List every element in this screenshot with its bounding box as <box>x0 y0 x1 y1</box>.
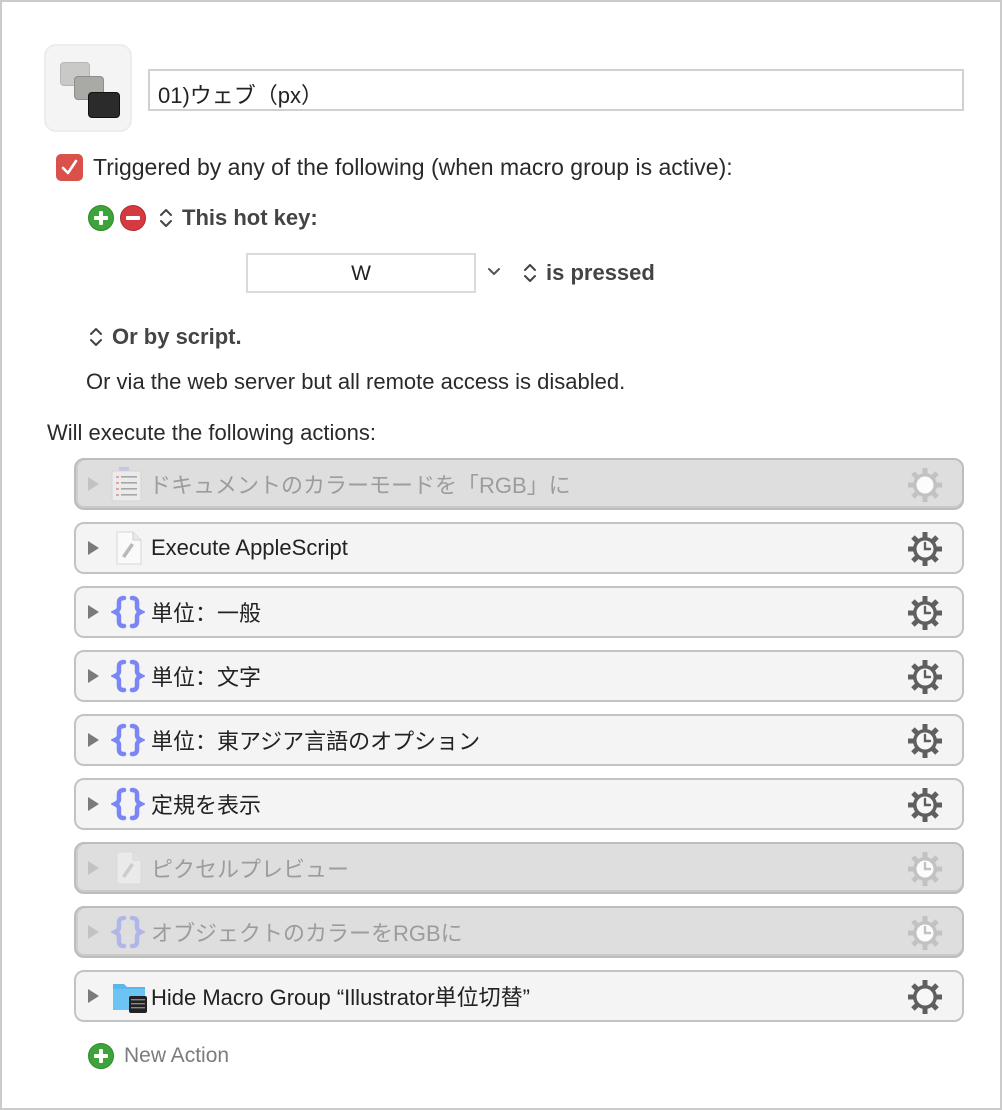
disclosure-triangle-icon[interactable] <box>88 541 99 555</box>
script-trigger-label: Or by script. <box>112 324 242 349</box>
action-row[interactable]: 単位：文字 <box>74 650 964 702</box>
add-trigger-button[interactable] <box>88 205 114 231</box>
new-action-button[interactable]: New Action <box>88 1043 229 1069</box>
disclosure-triangle-icon[interactable] <box>88 669 99 683</box>
action-label: Execute AppleScript <box>151 535 348 560</box>
action-label: ドキュメントのカラーモードを「RGB」に <box>149 473 571 498</box>
braces-icon <box>109 722 147 758</box>
remove-trigger-button[interactable] <box>120 205 146 231</box>
action-label: 単位：文字 <box>151 665 262 690</box>
action-label: ピクセルプレビュー <box>151 857 350 882</box>
gear-clock-icon[interactable] <box>906 658 944 696</box>
action-label: 定規を表示 <box>151 793 262 818</box>
disclosure-triangle-icon[interactable] <box>88 477 99 491</box>
action-row[interactable]: Hide Macro Group “Illustrator単位切替” <box>74 970 964 1022</box>
braces-icon <box>109 914 147 950</box>
gear-clock-icon[interactable] <box>906 914 944 952</box>
disclosure-triangle-icon[interactable] <box>88 733 99 747</box>
disclosure-triangle-icon[interactable] <box>88 797 99 811</box>
macro-editor-panel: 01)ウェブ（px） Triggered by any of the follo… <box>0 0 1002 1110</box>
macro-group-folder-icon <box>111 978 147 1014</box>
gear-icon[interactable] <box>906 466 944 504</box>
trigger-checkbox[interactable] <box>56 154 83 181</box>
applescript-file-icon <box>111 850 145 886</box>
disclosure-triangle-icon[interactable] <box>88 861 99 875</box>
gear-clock-icon[interactable] <box>906 850 944 888</box>
action-row[interactable]: ピクセルプレビュー <box>74 842 964 894</box>
braces-icon <box>109 658 147 694</box>
plus-icon-v <box>99 1049 103 1063</box>
macro-name-input[interactable]: 01)ウェブ（px） <box>148 69 964 111</box>
disclosure-triangle-icon[interactable] <box>88 605 99 619</box>
action-row[interactable]: 定規を表示 <box>74 778 964 830</box>
checkmark-icon <box>61 159 78 175</box>
action-label: オブジェクトのカラーをRGBに <box>151 921 463 946</box>
action-row[interactable]: 単位：東アジア言語のオプション <box>74 714 964 766</box>
trigger-type-label[interactable]: This hot key: <box>182 205 318 231</box>
disclosure-triangle-icon[interactable] <box>88 989 99 1003</box>
gear-clock-icon[interactable] <box>906 530 944 568</box>
action-list: ドキュメントのカラーモードを「RGB」に Execute AppleScript 単… <box>74 458 964 1034</box>
action-row[interactable]: Execute AppleScript <box>74 522 964 574</box>
plus-circle-icon <box>88 1043 114 1069</box>
action-label: 単位：東アジア言語のオプション <box>151 729 481 754</box>
gear-clock-icon[interactable] <box>906 786 944 824</box>
keyboard-key-front <box>88 92 120 118</box>
hotkey-condition-label: is pressed <box>546 260 655 285</box>
action-row[interactable]: ドキュメントのカラーモードを「RGB」に <box>74 458 964 510</box>
disclosure-triangle-icon[interactable] <box>88 925 99 939</box>
webserver-note: Or via the web server but all remote acc… <box>86 369 626 394</box>
action-label: Hide Macro Group “Illustrator単位切替” <box>151 985 530 1010</box>
trigger-label: Triggered by any of the following (when … <box>93 154 733 180</box>
action-row[interactable]: オブジェクトのカラーをRGBに <box>74 906 964 958</box>
chevron-down-icon[interactable] <box>486 266 502 278</box>
up-down-chevron-icon[interactable] <box>158 207 174 229</box>
gear-clock-icon[interactable] <box>906 722 944 760</box>
braces-icon <box>109 786 147 822</box>
minus-icon <box>126 216 140 220</box>
up-down-chevron-icon <box>90 328 102 346</box>
gear-icon[interactable] <box>906 978 944 1016</box>
new-action-label: New Action <box>124 1044 230 1067</box>
plus-icon-stroke <box>99 211 103 225</box>
action-row[interactable]: 単位：一般 <box>74 586 964 638</box>
braces-icon <box>109 594 147 630</box>
gear-clock-icon[interactable] <box>906 594 944 632</box>
actions-header: Will execute the following actions: <box>47 420 376 445</box>
script-trigger-popup[interactable]: Or by script. <box>88 324 242 350</box>
applescript-file-icon <box>111 530 145 566</box>
up-down-chevron-icon <box>524 264 536 282</box>
action-label: 単位：一般 <box>151 601 262 626</box>
trigger-enable-row: Triggered by any of the following (when … <box>56 154 733 181</box>
hotkey-field[interactable]: W <box>246 253 476 293</box>
list-document-icon <box>109 466 143 502</box>
hotkey-trigger-row: This hot key: <box>88 205 318 231</box>
macro-icon[interactable] <box>44 44 132 132</box>
hotkey-condition-popup[interactable]: is pressed <box>522 260 655 286</box>
